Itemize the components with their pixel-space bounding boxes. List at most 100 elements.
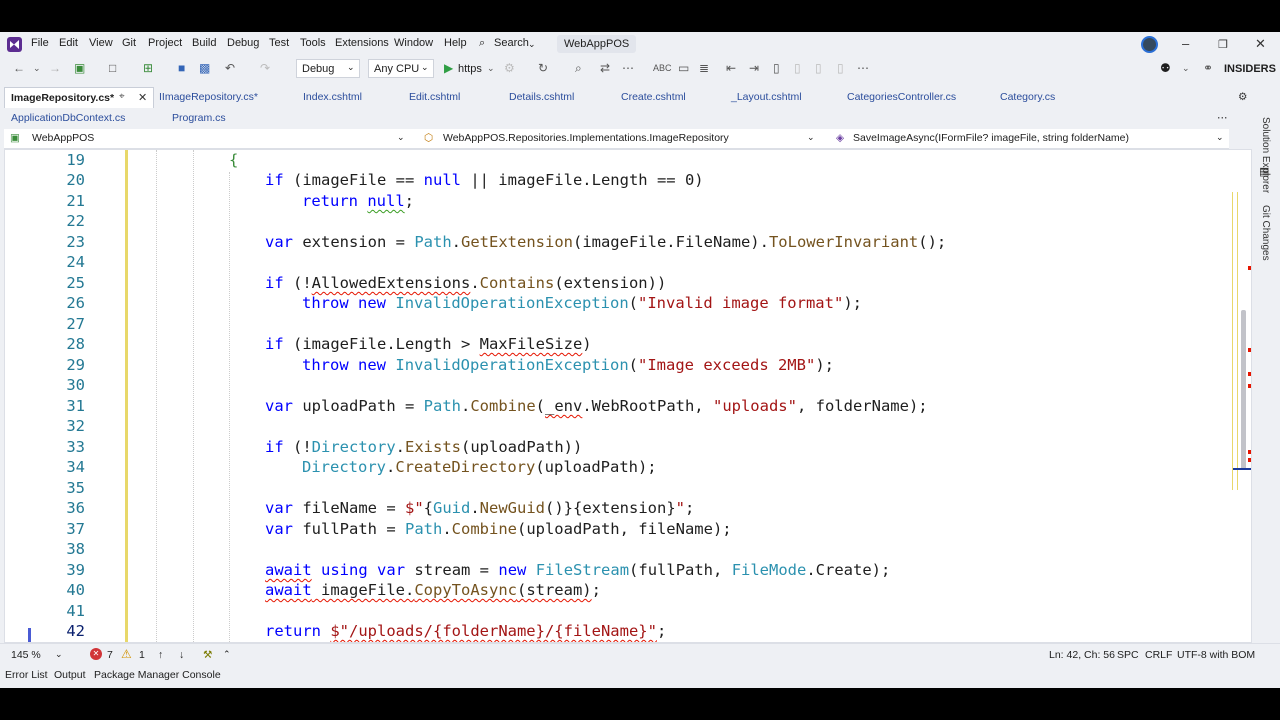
menu-search[interactable]: Search [494,37,529,49]
previous-issue-icon[interactable]: ↑ [158,649,163,661]
spellcheck-icon[interactable]: ABC [653,63,672,73]
chevron-down-icon[interactable]: ⌄ [33,63,41,74]
live-share-icon[interactable]: ⚭ [1203,61,1213,75]
pin-icon[interactable]: ⌖ [119,91,125,102]
file-encoding[interactable]: UTF-8 with BOM [1177,649,1255,661]
menu-extensions[interactable]: Extensions [335,37,389,49]
forward-icon[interactable]: → [49,61,61,75]
format-icon[interactable]: ≣ [699,61,709,75]
next-issue-icon[interactable]: ↓ [179,649,184,661]
outdent-icon[interactable]: ⇤ [726,61,736,75]
error-count[interactable]: 7 [107,649,113,661]
menu-test[interactable]: Test [269,37,289,49]
restore-icon[interactable]: ❐ [1218,38,1228,51]
comment-icon[interactable]: ▭ [678,61,689,75]
menu-window[interactable]: Window [394,37,433,49]
next-bookmark-icon[interactable]: ▯ [815,61,822,75]
tab-category[interactable]: Category.cs [1000,91,1055,103]
refresh-icon[interactable]: ↻ [538,61,548,75]
run-target-button[interactable]: https [458,63,482,75]
tab-imagerepository[interactable]: ImageRepository.cs* ⌖ ✕ [4,87,154,109]
indent-icon[interactable]: ⇥ [749,61,759,75]
tab-program[interactable]: Program.cs [172,112,226,124]
tab-layout[interactable]: _Layout.cshtml [731,91,802,103]
tab-package-manager-console[interactable]: Package Manager Console [94,669,221,681]
new-file-icon[interactable]: □ [109,61,116,75]
menu-file[interactable]: File [31,37,49,49]
warning-count[interactable]: 1 [139,649,145,661]
prev-bookmark-icon[interactable]: ▯ [794,61,801,75]
clear-bookmarks-icon[interactable]: ▯ [837,61,844,75]
menu-build[interactable]: Build [192,37,216,49]
search-icon[interactable]: ⌕ [479,37,485,50]
redo-icon[interactable]: ↷ [260,61,270,75]
chevron-down-icon[interactable]: ⌄ [1216,132,1224,143]
solution-platform-select[interactable]: Any CPU ⌄ [368,59,434,78]
member-dropdown[interactable]: SaveImageAsync(IFormFile? imageFile, str… [853,132,1129,144]
git-changes-tab[interactable]: Git Changes [1260,205,1271,261]
zoom-select[interactable]: 145 % [11,649,41,661]
menu-edit[interactable]: Edit [59,37,78,49]
code-cleanup-icon[interactable]: ⚒ [203,649,212,661]
add-item-icon[interactable]: ⊞ [143,61,153,75]
chevron-down-icon[interactable]: ⌄ [528,39,536,50]
solution-explorer-tab[interactable]: Solution Explorer [1260,117,1271,193]
tab-create[interactable]: Create.cshtml [621,91,686,103]
menu-view[interactable]: View [89,37,113,49]
more-icon[interactable]: ⋯ [857,61,869,75]
code-line: await imageFile.CopyToAsync(stream); [265,581,601,599]
minimize-icon[interactable]: – [1182,36,1189,51]
more-icon[interactable]: ⋯ [622,61,634,75]
tab-edit[interactable]: Edit.cshtml [409,91,460,103]
bookmark-icon[interactable]: ▯ [773,61,780,75]
cursor-position[interactable]: Ln: 42, Ch: 56 [1049,649,1115,661]
tab-details[interactable]: Details.cshtml [509,91,574,103]
error-marker [1248,372,1251,376]
tab-index[interactable]: Index.cshtml [303,91,362,103]
menu-project[interactable]: Project [148,37,182,49]
method-icon: ◈ [836,132,845,144]
error-icon[interactable]: ✕ [90,648,102,660]
scrollbar-thumb[interactable] [1241,310,1246,470]
new-project-icon[interactable]: ▣ [74,61,85,75]
chevron-down-icon[interactable]: ⌄ [487,63,495,74]
close-tab-icon[interactable]: ✕ [138,91,147,104]
menu-git[interactable]: Git [122,37,136,49]
type-dropdown[interactable]: WebAppPOS.Repositories.Implementations.I… [443,132,729,144]
hot-reload-icon[interactable]: ⇄ [600,61,610,75]
save-all-icon[interactable]: ▩ [199,61,210,75]
menu-tools[interactable]: Tools [300,37,326,49]
solution-configuration-select[interactable]: Debug ⌄ [296,59,360,78]
undo-icon[interactable]: ↶ [225,61,235,75]
tab-list-icon[interactable]: ▤ [1259,165,1269,178]
tab-error-list[interactable]: Error List [5,669,48,681]
save-icon[interactable]: ■ [178,61,185,75]
chevron-down-icon[interactable]: ⌄ [397,132,405,143]
warning-icon[interactable]: ⚠ [121,647,132,661]
chevron-down-icon[interactable]: ⌄ [1182,63,1190,74]
copilot-icon[interactable]: ⚉ [1160,61,1171,75]
tab-applicationdbcontext[interactable]: ApplicationDbContext.cs [11,112,125,124]
solution-name-badge[interactable]: WebAppPOS [557,35,637,53]
close-icon[interactable]: ✕ [1255,36,1266,52]
find-in-files-icon[interactable]: ⌕ [575,61,582,76]
more-icon[interactable]: ⋯ [1217,112,1228,124]
tab-categoriescontroller[interactable]: CategoriesController.cs [847,91,956,103]
indent-mode[interactable]: SPC [1117,649,1139,661]
project-dropdown[interactable]: WebAppPOS [32,132,94,144]
code-editor[interactable]: 19 20 21 22 23 24 25 26 27 28 29 30 31 3… [4,149,1252,643]
menu-debug[interactable]: Debug [227,37,259,49]
attach-icon[interactable]: ⚙ [504,61,515,75]
chevron-up-icon[interactable]: ⌃ [223,649,231,660]
start-debugging-icon[interactable]: ▶ [444,61,453,75]
settings-icon[interactable]: ⚙ [1238,91,1247,103]
tab-output[interactable]: Output [54,669,86,681]
chevron-down-icon[interactable]: ⌄ [807,132,815,143]
vertical-scrollbar[interactable] [1232,192,1238,490]
menu-help[interactable]: Help [444,37,467,49]
line-ending[interactable]: CRLF [1145,649,1172,661]
tab-iimagerepository[interactable]: IImageRepository.cs* [159,91,258,103]
avatar[interactable] [1141,36,1158,53]
back-icon[interactable]: ← [13,61,25,75]
chevron-down-icon[interactable]: ⌄ [55,649,63,660]
